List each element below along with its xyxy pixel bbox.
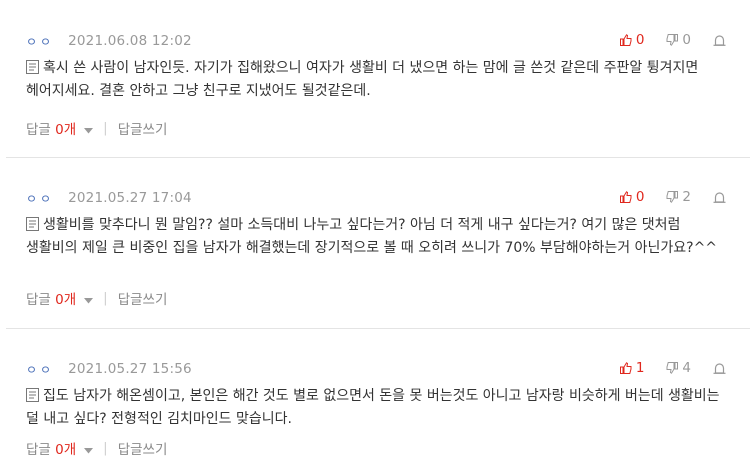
write-reply-link[interactable]: 답글쓰기: [118, 118, 168, 138]
comment-body: 생활비를 맞추다니 뭔 말임?? 설마 소득대비 나누고 싶다는거? 아님 더 …: [26, 214, 726, 260]
comment-divider: [6, 328, 750, 329]
thumbs-up-icon: [619, 191, 632, 203]
downvote-button[interactable]: 4: [666, 360, 691, 376]
memo-icon: [26, 217, 39, 231]
upvote-count: 0: [635, 32, 645, 48]
reply-count: 0개: [55, 122, 77, 138]
separator: |: [103, 290, 108, 306]
comment-author[interactable]: ㅇㅇ: [26, 33, 54, 50]
thumbs-down-icon: [666, 362, 679, 374]
comment-date: 2021.06.08 12:02: [68, 33, 192, 49]
thumbs-up-icon: [619, 34, 632, 46]
memo-icon: [26, 388, 39, 402]
comment-meta: ㅇㅇ 2021.05.27 17:04: [26, 190, 192, 206]
report-button[interactable]: [713, 34, 726, 46]
thumbs-up-icon: [619, 362, 632, 374]
reply-count: 0개: [55, 442, 77, 458]
downvote-count: 2: [682, 189, 691, 205]
comment-author[interactable]: ㅇㅇ: [26, 361, 54, 378]
downvote-count: 4: [682, 360, 691, 376]
comment-date: 2021.05.27 15:56: [68, 361, 192, 377]
write-reply-link[interactable]: 답글쓰기: [118, 438, 168, 458]
memo-icon: [26, 60, 39, 74]
comment-body: 혹시 쓴 사람이 남자인듯. 자기가 집해왔으니 여자가 생활비 더 냈으면 하…: [26, 57, 726, 103]
upvote-count: 1: [635, 360, 645, 376]
comment-actions: 답글 0개 | 답글쓰기: [26, 118, 168, 138]
reply-toggle[interactable]: 답글 0개: [26, 438, 99, 458]
comment-meta: ㅇㅇ 2021.06.08 12:02: [26, 33, 192, 49]
upvote-button[interactable]: 0: [619, 32, 645, 48]
comment-text: 집도 남자가 해온셈이고, 본인은 해간 것도 별로 없으면서 돈을 못 버는것…: [26, 388, 720, 427]
reply-toggle[interactable]: 답글 0개: [26, 288, 99, 308]
write-reply-link[interactable]: 답글쓰기: [118, 288, 168, 308]
upvote-count: 0: [635, 189, 645, 205]
report-icon: [713, 363, 726, 374]
reply-label: 답글: [26, 442, 51, 458]
downvote-count: 0: [682, 32, 691, 48]
vote-bar: 1 4: [619, 360, 726, 376]
comment-divider: [6, 157, 750, 158]
report-button[interactable]: [713, 362, 726, 374]
comment-text: 혹시 쓴 사람이 남자인듯. 자기가 집해왔으니 여자가 생활비 더 냈으면 하…: [26, 60, 699, 99]
caret-down-icon: [84, 298, 94, 304]
comment-text: 생활비를 맞추다니 뭔 말임?? 설마 소득대비 나누고 싶다는거? 아님 더 …: [26, 217, 718, 256]
thumbs-down-icon: [666, 191, 679, 203]
reply-label: 답글: [26, 122, 51, 138]
vote-bar: 0 2: [619, 189, 726, 205]
comment-actions: 답글 0개 | 답글쓰기: [26, 288, 168, 308]
downvote-button[interactable]: 0: [666, 32, 691, 48]
report-icon: [713, 192, 726, 203]
comment-date: 2021.05.27 17:04: [68, 190, 192, 206]
caret-down-icon: [84, 448, 94, 454]
upvote-button[interactable]: 0: [619, 189, 645, 205]
comment-body: 집도 남자가 해온셈이고, 본인은 해간 것도 별로 없으면서 돈을 못 버는것…: [26, 385, 726, 431]
reply-count: 0개: [55, 292, 77, 308]
separator: |: [103, 120, 108, 136]
comment-meta: ㅇㅇ 2021.05.27 15:56: [26, 361, 192, 377]
comment-author[interactable]: ㅇㅇ: [26, 190, 54, 207]
comment-actions: 답글 0개 | 답글쓰기: [26, 438, 168, 458]
report-icon: [713, 35, 726, 46]
reply-toggle[interactable]: 답글 0개: [26, 118, 99, 138]
vote-bar: 0 0: [619, 32, 726, 48]
upvote-button[interactable]: 1: [619, 360, 645, 376]
thumbs-down-icon: [666, 34, 679, 46]
caret-down-icon: [84, 128, 94, 134]
downvote-button[interactable]: 2: [666, 189, 691, 205]
reply-label: 답글: [26, 292, 51, 308]
separator: |: [103, 440, 108, 456]
report-button[interactable]: [713, 191, 726, 203]
